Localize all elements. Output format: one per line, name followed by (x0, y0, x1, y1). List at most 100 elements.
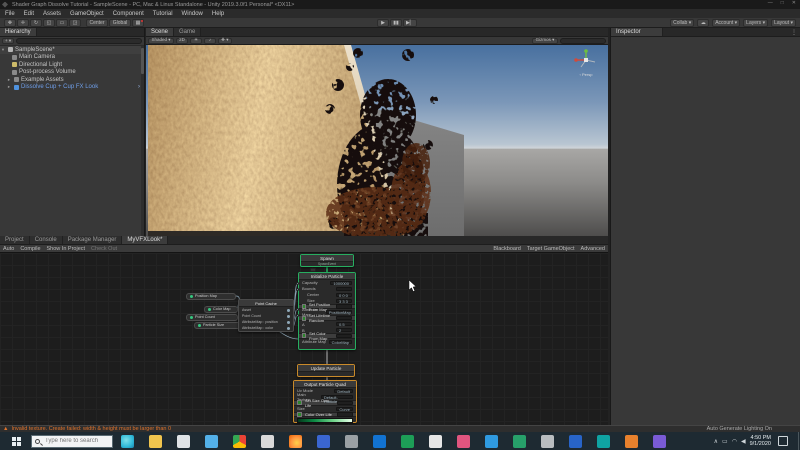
cloud-icon[interactable]: ☁ (697, 19, 710, 27)
minimize-button[interactable]: — (768, 0, 773, 6)
show-in-project-button[interactable]: Show In Project (47, 246, 86, 252)
property-pill[interactable]: Color Map (204, 306, 238, 313)
layers-dropdown[interactable]: Layers ▾ (743, 19, 769, 27)
spawn-context-node[interactable]: Spawn SpawnEvent (300, 254, 354, 267)
taskbar-app-icon[interactable] (373, 434, 386, 448)
row-value[interactable]: Curve (336, 406, 353, 411)
property-pill[interactable]: Point Count (186, 314, 238, 321)
output-port-dot[interactable] (287, 314, 290, 318)
spawn-event-port[interactable]: SpawnEvent (301, 262, 353, 267)
row-value[interactable]: 0 0 0 (336, 292, 352, 297)
menu-item[interactable]: GameObject (70, 11, 104, 17)
taskbar-app-icon[interactable] (401, 434, 414, 448)
tab-game[interactable]: Game (174, 28, 202, 36)
transform-tool-button[interactable]: ✛ (17, 19, 29, 27)
search-input[interactable] (43, 437, 107, 445)
row-value[interactable]: 0.5 (336, 322, 352, 327)
2d-toggle[interactable]: 2D (176, 37, 188, 44)
create-menu-button[interactable]: + ▾ (2, 38, 15, 44)
rotation-toggle[interactable]: Global (109, 19, 131, 27)
transform-tool-button[interactable]: ▭ (56, 19, 68, 27)
scene-orientation-gizmo[interactable]: ‹ Persp (572, 49, 600, 79)
grid-snap-icon[interactable]: ▦ (132, 19, 144, 27)
row-value[interactable] (336, 304, 352, 309)
taskbar-app-icon[interactable] (541, 434, 554, 448)
taskbar-app-icon[interactable] (485, 434, 498, 448)
input-port-dot[interactable] (296, 308, 299, 311)
menu-item[interactable]: Window (182, 11, 203, 17)
taskbar-app-icon[interactable] (261, 434, 274, 448)
row-value[interactable] (337, 412, 353, 417)
operator-node[interactable]: Point Cache Asset Point Count AttributeM… (238, 299, 294, 332)
property-pill[interactable]: Position Map (186, 293, 236, 300)
gizmos-dropdown[interactable]: Gizmos ▾ (532, 37, 558, 44)
node-row[interactable]: Color Over Life (294, 411, 356, 418)
menu-item[interactable]: Help (212, 11, 224, 17)
output-port-dot[interactable] (287, 308, 290, 312)
tab-scene[interactable]: Scene (146, 28, 175, 36)
menu-item[interactable]: Assets (43, 11, 61, 17)
target-gameobject-toggle[interactable]: Target GameObject (527, 246, 575, 252)
effects-dropdown[interactable]: ❖ ▾ (218, 37, 232, 44)
hierarchy-scrollbar[interactable] (141, 46, 144, 236)
shading-mode-dropdown[interactable]: Shaded ▾ (148, 37, 174, 44)
menu-item[interactable]: Tutorial (153, 11, 173, 17)
transform-tool-button[interactable]: ✥ (4, 19, 16, 27)
property-pill[interactable]: Particle Size (194, 322, 244, 329)
menu-item[interactable]: Edit (24, 11, 34, 17)
status-bar[interactable]: ▲ Invalid texture. Create failed: width … (0, 425, 800, 432)
title-bar[interactable]: Shader Graph Dissolve Tutorial - SampleS… (0, 0, 800, 9)
maximize-button[interactable]: □ (781, 0, 784, 6)
tab-inspector[interactable]: Inspector (611, 28, 663, 36)
scene-search-input[interactable] (560, 37, 606, 44)
foldout-arrow-icon[interactable]: ▾ (0, 47, 6, 53)
account-dropdown[interactable]: Account ▾ (712, 19, 741, 27)
pivot-toggle[interactable]: Center (86, 19, 108, 27)
menu-item[interactable]: Component (113, 11, 144, 17)
foldout-arrow-icon[interactable]: ▸ (6, 77, 12, 83)
row-value[interactable] (336, 333, 352, 339)
taskbar-app-icon[interactable] (177, 434, 190, 448)
taskbar-app-icon[interactable] (317, 434, 330, 448)
transform-tool-button[interactable]: ◲ (69, 19, 81, 27)
taskbar-app-icon[interactable] (625, 434, 638, 448)
tab-vfx-graph[interactable]: MyVFXLook* (122, 236, 169, 244)
collab-button[interactable]: Collab ▾ (670, 19, 695, 27)
foldout-arrow-icon[interactable]: ▸ (6, 84, 12, 90)
scene-lighting-icon[interactable]: ☀ (190, 37, 202, 44)
compile-button[interactable]: Compile (20, 246, 40, 252)
output-port-dot[interactable] (287, 320, 290, 324)
hierarchy-item-main-camera[interactable]: Main Camera (0, 54, 144, 62)
row-value[interactable]: 2 (336, 327, 352, 333)
hierarchy-item-directional-light[interactable]: Directional Light (0, 61, 144, 69)
row-value[interactable]: ColorMap (328, 339, 352, 344)
prefab-open-arrow-icon[interactable]: › (138, 84, 140, 90)
taskbar-app-icon[interactable] (513, 434, 526, 448)
pause-button[interactable]: ▮▮ (390, 19, 402, 27)
transform-tool-button[interactable]: ◱ (43, 19, 55, 27)
taskbar-app-icon[interactable] (121, 434, 134, 448)
tray-icon[interactable]: ◠ (732, 438, 737, 445)
tab-package-manager[interactable]: Package Manager (62, 236, 123, 244)
transform-tool-button[interactable]: ↻ (30, 19, 42, 27)
row-value[interactable]: Default (334, 388, 353, 394)
taskbar-app-icon[interactable] (149, 434, 162, 448)
close-button[interactable]: ✕ (792, 0, 796, 6)
auto-compile-toggle[interactable]: Auto (3, 246, 14, 252)
panel-menu-icon[interactable]: ⋮ (791, 29, 800, 36)
input-port-dot[interactable] (296, 288, 299, 291)
blackboard-toggle[interactable]: Blackboard (493, 246, 521, 252)
scene-viewport[interactable]: ‹ Persp (146, 45, 608, 236)
start-button[interactable] (12, 436, 21, 446)
projection-label[interactable]: ‹ Persp (572, 72, 600, 77)
tab-hierarchy[interactable]: Hierarchy (0, 28, 37, 36)
taskbar-clock[interactable]: 4:50 PM 9/1/2020 (750, 435, 771, 448)
row-value[interactable] (336, 316, 352, 321)
taskbar-app-icon[interactable] (429, 434, 442, 448)
hierarchy-item-example-assets[interactable]: ▸ Example Assets (0, 76, 144, 84)
hierarchy-item-dissolve-prefab[interactable]: ▸ Dissolve Cup + Cup FX Look › (0, 84, 144, 92)
hierarchy-item-postprocess-volume[interactable]: Post-process Volume (0, 69, 144, 77)
taskbar-app-icon[interactable] (457, 434, 470, 448)
output-port-dot[interactable] (287, 326, 290, 330)
output-context-node[interactable]: Output Particle Quad Uv Mode Default Mai… (293, 380, 357, 423)
